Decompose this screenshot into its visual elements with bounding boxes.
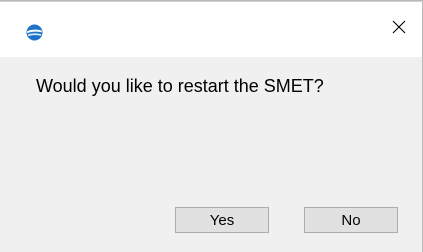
app-logo-icon bbox=[26, 24, 43, 41]
dialog-content: Would you like to restart the SMET? Yes … bbox=[0, 57, 422, 252]
yes-button[interactable]: Yes bbox=[175, 207, 269, 233]
dialog-message: Would you like to restart the SMET? bbox=[36, 76, 324, 96]
close-icon bbox=[392, 20, 406, 39]
dialog-window: Would you like to restart the SMET? Yes … bbox=[0, 0, 423, 252]
close-button[interactable] bbox=[376, 2, 422, 57]
no-button[interactable]: No bbox=[304, 207, 398, 233]
titlebar bbox=[0, 2, 422, 57]
